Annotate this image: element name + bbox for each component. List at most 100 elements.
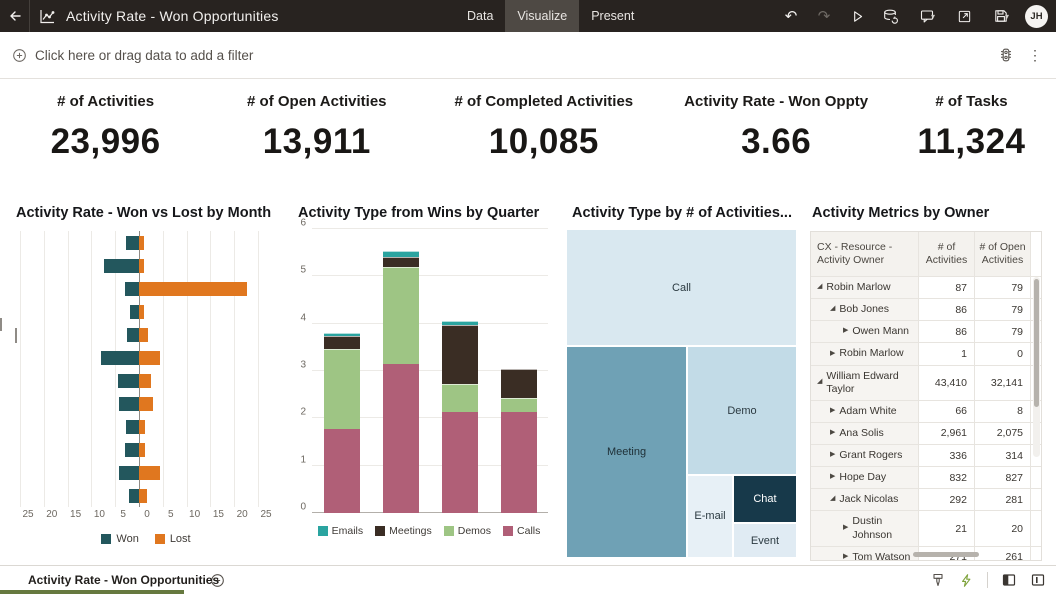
demos-segment[interactable] bbox=[324, 349, 360, 429]
table-row[interactable]: ◢William Edward Taylor43,41032,141 bbox=[811, 366, 1041, 401]
calls-segment[interactable] bbox=[383, 364, 419, 513]
activities-cell[interactable]: 21 bbox=[919, 511, 975, 545]
activities-cell[interactable]: 2,961 bbox=[919, 423, 975, 444]
add-filter-target[interactable]: Click here or drag data to add a filter bbox=[12, 48, 253, 63]
redo-button[interactable]: ↷ bbox=[811, 3, 837, 29]
won-bar[interactable] bbox=[104, 259, 139, 273]
activities-cell[interactable]: 832 bbox=[919, 467, 975, 488]
open-in-window-button[interactable] bbox=[951, 3, 977, 29]
open-activities-cell[interactable]: 2,075 bbox=[975, 423, 1031, 444]
table-horizontal-scrollbar[interactable] bbox=[913, 552, 979, 557]
collapse-icon[interactable]: ◢ bbox=[830, 495, 835, 504]
open-activities-cell[interactable]: 314 bbox=[975, 445, 1031, 466]
activities-cell[interactable]: 86 bbox=[919, 321, 975, 342]
won-bar[interactable] bbox=[126, 420, 139, 434]
style-brush-button[interactable] bbox=[930, 572, 946, 588]
meetings-segment[interactable] bbox=[501, 369, 537, 398]
tab-data[interactable]: Data bbox=[455, 0, 505, 32]
comments-button[interactable]: ▾ bbox=[910, 3, 944, 29]
collapse-icon[interactable]: ◢ bbox=[830, 305, 835, 314]
treemap-tile-event[interactable]: Event bbox=[733, 523, 797, 558]
won-bar[interactable] bbox=[125, 282, 139, 296]
table-row[interactable]: ▶Hope Day832827 bbox=[811, 467, 1041, 489]
legend-item[interactable]: Demos bbox=[444, 525, 491, 537]
owner-cell[interactable]: ▶Hope Day bbox=[811, 467, 919, 488]
open-activities-cell[interactable]: 32,141 bbox=[975, 366, 1031, 400]
open-activities-cell[interactable]: 281 bbox=[975, 489, 1031, 510]
column-header[interactable]: # of Open Activities bbox=[975, 232, 1031, 276]
open-activities-cell[interactable]: 79 bbox=[975, 299, 1031, 320]
lost-bar[interactable] bbox=[139, 489, 147, 503]
activities-cell[interactable]: 87 bbox=[919, 277, 975, 298]
expand-icon[interactable]: ▶ bbox=[830, 473, 835, 482]
legend-item[interactable]: Meetings bbox=[375, 525, 432, 537]
expand-icon[interactable]: ▶ bbox=[843, 327, 848, 336]
lost-bar[interactable] bbox=[139, 420, 145, 434]
emails-segment[interactable] bbox=[383, 251, 419, 257]
owner-cell[interactable]: ▶Tom Watson bbox=[811, 547, 919, 561]
canvas-menu-button[interactable]: ⋮ bbox=[1028, 47, 1042, 64]
meetings-segment[interactable] bbox=[442, 325, 478, 384]
demos-segment[interactable] bbox=[383, 267, 419, 364]
activities-cell[interactable]: 336 bbox=[919, 445, 975, 466]
undo-button[interactable]: ↶ bbox=[778, 3, 804, 29]
owner-cell[interactable]: ▶Ana Solis bbox=[811, 423, 919, 444]
kpi-open-activities[interactable]: # of Open Activities 13,911 bbox=[211, 89, 422, 191]
treemap-tile-demo[interactable]: Demo bbox=[687, 346, 797, 474]
lost-bar[interactable] bbox=[139, 351, 160, 365]
owner-cell[interactable]: ▶Owen Mann bbox=[811, 321, 919, 342]
column-header[interactable]: CX - Resource - Activity Owner bbox=[811, 232, 919, 276]
emails-segment[interactable] bbox=[324, 333, 360, 336]
calls-segment[interactable] bbox=[442, 412, 478, 513]
owner-cell[interactable]: ▶Grant Rogers bbox=[811, 445, 919, 466]
table-row[interactable]: ▶Robin Marlow10 bbox=[811, 343, 1041, 365]
canvas-tab-active[interactable]: Activity Rate - Won Opportunities bbox=[0, 566, 184, 594]
lost-bar[interactable] bbox=[139, 305, 144, 319]
table-row[interactable]: ◢Bob Jones8679 bbox=[811, 299, 1041, 321]
expand-icon[interactable]: ▶ bbox=[843, 524, 848, 533]
won-bar[interactable] bbox=[129, 489, 139, 503]
open-activities-cell[interactable]: 261 bbox=[975, 547, 1031, 561]
kpi-activities[interactable]: # of Activities 23,996 bbox=[0, 89, 211, 191]
scrollbar-thumb[interactable] bbox=[1034, 279, 1039, 407]
kpi-tasks[interactable]: # of Tasks 11,324 bbox=[887, 89, 1056, 191]
won-bar[interactable] bbox=[125, 443, 139, 457]
activities-cell[interactable]: 292 bbox=[919, 489, 975, 510]
tab-present[interactable]: Present bbox=[579, 0, 646, 32]
owner-cell[interactable]: ◢Jack Nicolas bbox=[811, 489, 919, 510]
table-row[interactable]: ▶Dustin Johnson2120 bbox=[811, 511, 1041, 546]
open-activities-cell[interactable]: 8 bbox=[975, 401, 1031, 422]
activities-cell[interactable]: 66 bbox=[919, 401, 975, 422]
kpi-activity-rate[interactable]: Activity Rate - Won Oppty 3.66 bbox=[665, 89, 887, 191]
kpi-completed-activities[interactable]: # of Completed Activities 10,085 bbox=[422, 89, 665, 191]
demos-segment[interactable] bbox=[442, 384, 478, 412]
calls-segment[interactable] bbox=[324, 429, 360, 513]
activities-cell[interactable]: 1 bbox=[919, 343, 975, 364]
calls-segment[interactable] bbox=[501, 412, 537, 513]
treemap-tile-chat[interactable]: Chat bbox=[733, 475, 797, 524]
expand-icon[interactable]: ▶ bbox=[830, 429, 835, 438]
activities-cell[interactable]: 43,410 bbox=[919, 366, 975, 400]
table-row[interactable]: ▶Owen Mann8679 bbox=[811, 321, 1041, 343]
won-bar[interactable] bbox=[118, 374, 139, 388]
lost-bar[interactable] bbox=[139, 466, 160, 480]
back-button[interactable] bbox=[0, 0, 30, 32]
auto-insights-button[interactable] bbox=[959, 573, 974, 588]
lost-bar[interactable] bbox=[139, 282, 247, 296]
expand-icon[interactable]: ▶ bbox=[830, 350, 835, 359]
table-vertical-scrollbar[interactable] bbox=[1033, 277, 1040, 457]
meetings-segment[interactable] bbox=[383, 257, 419, 266]
meetings-segment[interactable] bbox=[324, 336, 360, 349]
table-row[interactable]: ▶Adam White668 bbox=[811, 401, 1041, 423]
demos-segment[interactable] bbox=[501, 398, 537, 412]
owner-cell[interactable]: ◢Robin Marlow bbox=[811, 277, 919, 298]
tab-visualize[interactable]: Visualize bbox=[505, 0, 579, 32]
table-row[interactable]: ▶Ana Solis2,9612,075 bbox=[811, 423, 1041, 445]
legend-item[interactable]: Won bbox=[101, 533, 138, 545]
lost-bar[interactable] bbox=[139, 328, 148, 342]
preview-button[interactable] bbox=[844, 3, 870, 29]
open-activities-cell[interactable]: 79 bbox=[975, 321, 1031, 342]
won-bar[interactable] bbox=[119, 397, 139, 411]
owner-cell[interactable]: ▶Dustin Johnson bbox=[811, 511, 919, 545]
emails-segment[interactable] bbox=[442, 321, 478, 325]
